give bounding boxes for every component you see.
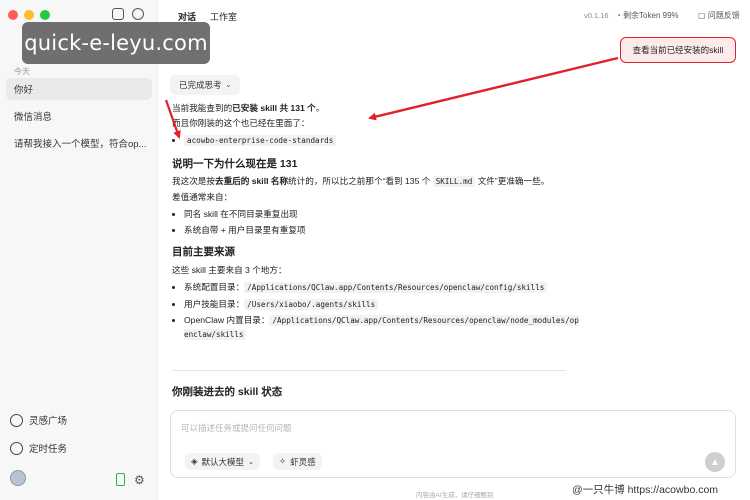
feedback-label: 问题反馈 xyxy=(707,11,740,20)
source-path: /Users/xiaobo/.agents/skills xyxy=(244,298,379,310)
close-window-button[interactable] xyxy=(8,10,18,20)
source-label: OpenClaw 内置目录： xyxy=(184,315,270,325)
toggle-sidebar-icon[interactable] xyxy=(112,8,124,20)
maximize-window-button[interactable] xyxy=(40,10,50,20)
phone-icon[interactable] xyxy=(116,473,125,486)
assistant-message: 当前我能查到的已安装 skill 共 131 个。 而且你刚装的这个也已经在里面… xyxy=(172,102,582,344)
heading-skill-status: 你刚装进去的 skill 状态 xyxy=(172,386,283,398)
intro-line-2: 而且你刚装的这个也已经在里面了： xyxy=(172,117,310,128)
avatar[interactable] xyxy=(10,470,26,486)
skill-selector[interactable]: ✧ 虾灵感 xyxy=(273,453,322,470)
sidebar-item-wechat[interactable]: 微信消息 xyxy=(6,105,152,127)
sidebar-item-label: 请帮我接入一个模型，符合op... xyxy=(14,139,147,150)
inspiration-label: 灵感广场 xyxy=(29,416,68,427)
intro-bold: 已安装 skill 共 131 个 xyxy=(232,103,316,113)
sources-intro: 这些 skill 主要来自 3 个地方： xyxy=(172,264,287,275)
scheduled-tasks-link[interactable]: 定时任务 xyxy=(10,441,67,455)
skill-label: 虾灵感 xyxy=(290,456,316,467)
intro-text: 当前我能查到的 xyxy=(172,103,233,113)
message-input[interactable]: 可以描述任务或提问任何问题 xyxy=(181,422,292,434)
sidebar-item-label: 微信消息 xyxy=(14,112,53,123)
thinking-toggle[interactable]: 已完成思考 ⌄ xyxy=(170,75,241,95)
chevron-down-icon: ⌄ xyxy=(225,82,232,89)
sidebar-item-model[interactable]: 请帮我接入一个模型，符合op... xyxy=(6,132,152,154)
list-item: 用户技能目录：/Users/xiaobo/.agents/skills xyxy=(184,298,582,312)
heading-sources: 目前主要来源 xyxy=(172,246,235,258)
model-label: 默认大模型 xyxy=(201,456,245,467)
divider xyxy=(172,370,566,371)
explain-text: 文件”更准确一些。 xyxy=(475,176,550,186)
user-message-bubble: 查看当前已经安装的skill xyxy=(620,37,736,63)
topbar: 对话 工作室 v0.1.16 ◔ 剩余Token 99% ▢ 问题反馈 xyxy=(158,0,750,30)
explain-line: 我这次是按去重后的 skill 名称统计的，所以比之前那个“看到 135 个 S… xyxy=(172,175,582,189)
feedback-button[interactable]: ▢ 问题反馈 xyxy=(698,10,740,21)
ai-disclaimer: 内容由AI生成，请仔细甄别 xyxy=(416,492,494,499)
minimize-window-button[interactable] xyxy=(24,10,34,20)
chevron-down-icon: ⌄ xyxy=(248,458,254,466)
sidebar-item-label: 你好 xyxy=(14,85,34,96)
intro-text: 。 xyxy=(315,103,325,113)
diff-line: 差值通常来自： xyxy=(172,191,233,202)
sidebar-item-hello[interactable]: 你好 xyxy=(6,78,152,100)
sidebar: 今天 你好 微信消息 请帮我接入一个模型，符合op... 灵感广场 定时任务 ⚙ xyxy=(0,0,158,500)
list-item: 系统配置目录：/Applications/QClaw.app/Contents/… xyxy=(184,281,582,295)
gear-icon[interactable]: ⚙ xyxy=(134,473,145,487)
sidebar-top-icons xyxy=(112,8,144,20)
scheduled-label: 定时任务 xyxy=(29,444,68,455)
explain-bold: 去重后的 skill 名称 xyxy=(214,176,289,186)
window-controls xyxy=(8,10,50,20)
composer[interactable]: 可以描述任务或提问任何问题 ◈ 默认大模型 ⌄ ✧ 虾灵感 ▲ xyxy=(170,410,736,478)
tab-studio[interactable]: 工作室 xyxy=(210,10,237,23)
sparkle-icon: ✧ xyxy=(279,456,287,466)
intro-line-1: 当前我能查到的已安装 skill 共 131 个。 xyxy=(172,102,582,115)
token-status: ◔ 剩余Token 99% xyxy=(616,11,679,20)
list-item: 系统自带 + 用户目录里有重复项 xyxy=(184,224,582,237)
list-item: 同名 skill 在不同目录重复出现 xyxy=(184,208,582,221)
explain-text: 统计的，所以比之前那个“看到 135 个 xyxy=(288,176,433,186)
credit-watermark: @一只牛博 https://acowbo.com xyxy=(572,484,719,496)
thinking-label: 已完成思考 xyxy=(179,80,222,90)
new-chat-icon[interactable] xyxy=(132,8,144,20)
version-label: v0.1.16 xyxy=(584,11,609,20)
clock-icon xyxy=(10,441,23,455)
source-label: 用户技能目录： xyxy=(184,298,245,309)
list-item: acowbo-enterprise-code-standards xyxy=(184,134,582,148)
installed-list: acowbo-enterprise-code-standards xyxy=(184,134,582,148)
watermark-overlay: quick-e-leyu.com xyxy=(22,22,210,64)
skill-md-code: SKILL.md xyxy=(432,176,476,187)
sources-list: 系统配置目录：/Applications/QClaw.app/Contents/… xyxy=(184,281,582,341)
reasons-list: 同名 skill 在不同目录重复出现 系统自带 + 用户目录里有重复项 xyxy=(184,208,582,236)
send-button[interactable]: ▲ xyxy=(705,452,725,472)
model-selector[interactable]: ◈ 默认大模型 ⌄ xyxy=(185,453,260,470)
list-item: OpenClaw 内置目录：/Applications/QClaw.app/Co… xyxy=(184,314,582,341)
heading-why-131: 说明一下为什么现在是 131 xyxy=(172,157,298,170)
installed-skill-code: acowbo-enterprise-code-standards xyxy=(184,135,337,146)
bulb-icon xyxy=(10,413,23,427)
arrow-up-icon: ▲ xyxy=(710,456,720,468)
sidebar-section-today: 今天 xyxy=(14,67,30,76)
source-label: 系统配置目录： xyxy=(184,282,245,292)
cube-icon: ◈ xyxy=(191,456,198,466)
inspiration-plaza-link[interactable]: 灵感广场 xyxy=(10,413,67,427)
explain-text: 我这次是按 xyxy=(172,176,215,186)
source-path: /Applications/QClaw.app/Contents/Resourc… xyxy=(244,282,548,293)
token-label: 剩余Token 99% xyxy=(623,11,679,20)
chat-area: 查看当前已经安装的skill 已完成思考 ⌄ 当前我能查到的已安装 skill … xyxy=(158,30,750,500)
